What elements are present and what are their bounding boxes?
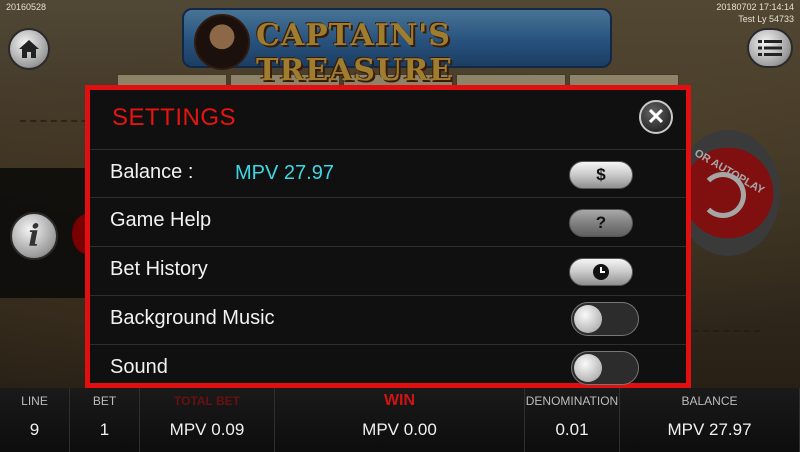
stat-win: WIN MPV 0.00 [275,388,525,452]
datetime-label: 20180702 17:14:14 [716,2,794,12]
menu-icon [758,40,782,56]
stat-value: 0.01 [555,420,589,439]
close-button[interactable]: ✕ [639,100,673,134]
toggle-knob [574,305,602,333]
settings-row-balance: Balance : MPV 27.97 $ [90,149,686,198]
settings-row-sound: Sound [90,344,686,393]
game-help-button[interactable]: ? [569,209,633,237]
menu-button[interactable] [747,28,793,68]
toggle-knob [574,354,602,382]
dollar-icon: $ [596,165,606,184]
balance-button[interactable]: $ [569,161,633,189]
settings-row-game-help: Game Help ? [90,197,686,246]
sound-label: Sound [110,356,168,378]
stat-header: WIN [383,392,416,409]
bet-history-label: Bet History [110,258,208,280]
balance-label: Balance : [110,161,194,183]
stat-line[interactable]: LINE 9 [0,388,70,452]
home-button[interactable] [8,28,50,70]
close-icon: ✕ [646,104,666,129]
stat-value: 9 [29,420,40,439]
stat-value: MPV 0.09 [169,420,245,439]
game-help-label: Game Help [110,209,212,231]
stats-bar: LINE 9 BET 1 TOTAL BET MPV 0.09 WIN MPV … [0,388,800,452]
clock-icon [593,264,609,280]
stat-denomination[interactable]: DENOMINATION 0.01 [525,388,620,452]
balance-value: MPV 27.97 [235,162,334,184]
info-icon: i [28,218,40,254]
stat-value: 1 [99,420,110,439]
info-button[interactable]: i [10,212,58,260]
settings-row-bet-history: Bet History [90,246,686,295]
stat-header: BET [92,394,117,408]
settings-dialog: SETTINGS ✕ Balance : MPV 27.97 $ Game He… [85,85,691,388]
user-label: Test Ly 54733 [738,14,794,24]
stat-total-bet: TOTAL BET MPV 0.09 [140,388,275,452]
bet-history-button[interactable] [569,258,633,286]
question-icon: ? [595,213,607,232]
home-icon [19,40,39,58]
stat-balance: BALANCE MPV 27.97 [620,388,800,452]
stat-header: LINE [21,394,48,408]
stat-value: MPV 27.97 [667,420,752,439]
settings-row-background-music: Background Music [90,295,686,344]
stat-bet[interactable]: BET 1 [70,388,140,452]
background-music-label: Background Music [110,307,275,329]
background-music-toggle[interactable] [571,302,639,336]
date-label: 20160528 [6,2,47,12]
sound-toggle[interactable] [571,351,639,385]
stat-header: BALANCE [681,394,738,408]
stat-value: MPV 0.00 [362,420,437,439]
settings-title: SETTINGS [112,104,237,131]
stat-header: DENOMINATION [525,394,619,408]
stat-header: TOTAL BET [174,394,240,408]
